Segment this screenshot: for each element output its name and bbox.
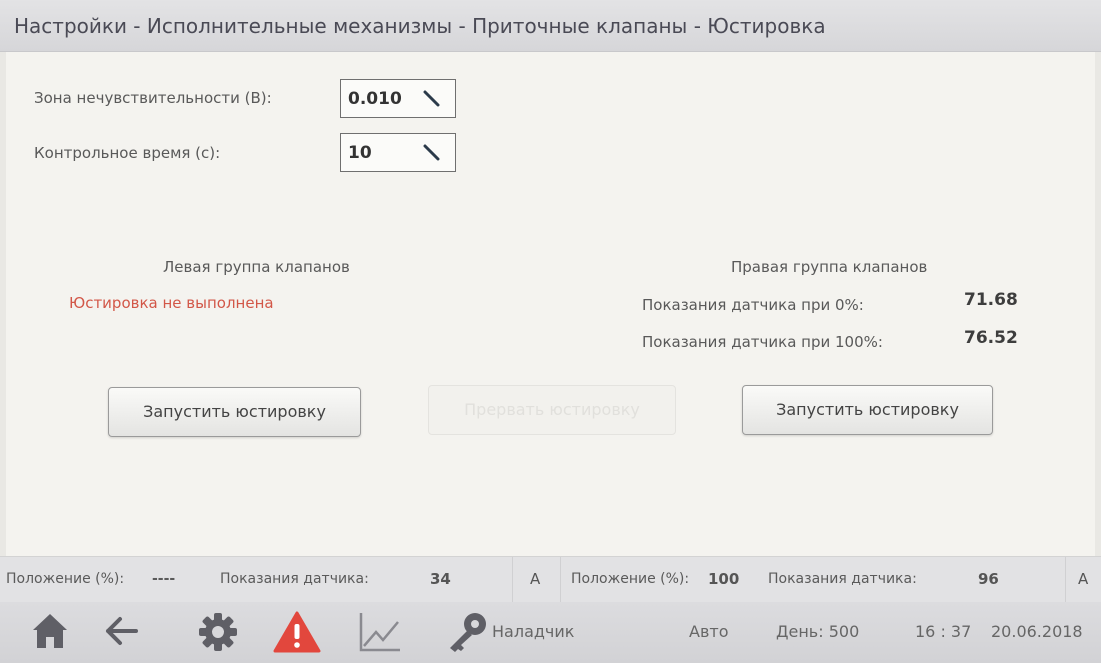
content-area: Зона нечувствительности (В): 0.010 Контр… bbox=[6, 52, 1095, 556]
gear-icon[interactable] bbox=[196, 610, 240, 654]
right-mode-value: A bbox=[1078, 570, 1089, 588]
day-counter: День: 500 bbox=[776, 622, 860, 641]
left-mode-cell: A bbox=[512, 557, 560, 603]
chart-icon[interactable] bbox=[356, 610, 402, 654]
right-reading-100-value: 76.52 bbox=[964, 328, 1018, 348]
left-position-label: Положение (%): bbox=[6, 571, 125, 587]
back-arrow-icon[interactable] bbox=[104, 610, 140, 652]
control-time-value: 10 bbox=[348, 143, 372, 163]
right-reading-0-value: 71.68 bbox=[964, 290, 1018, 310]
right-position-value: 100 bbox=[708, 570, 740, 588]
page-title: Настройки - Исполнительные механизмы - П… bbox=[0, 0, 1101, 52]
right-position-label: Положение (%): bbox=[571, 571, 690, 587]
deadzone-label: Зона нечувствительности (В): bbox=[34, 89, 272, 107]
left-sensor-value: 34 bbox=[430, 570, 451, 588]
abort-calibration-button[interactable]: Прервать юстировку bbox=[428, 385, 676, 435]
left-start-calibration-button[interactable]: Запустить юстировку bbox=[108, 387, 361, 437]
clock-time: 16 : 37 bbox=[915, 622, 972, 641]
left-group-status: Юстировка не выполнена bbox=[69, 294, 274, 312]
right-start-calibration-button[interactable]: Запустить юстировку bbox=[742, 385, 993, 435]
home-icon[interactable] bbox=[30, 610, 70, 652]
right-sensor-label: Показания датчика: bbox=[768, 571, 917, 587]
deadzone-value: 0.010 bbox=[348, 89, 402, 109]
bottom-nav-bar: Наладчик Авто День: 500 16 : 37 20.06.20… bbox=[0, 602, 1101, 663]
control-time-label: Контрольное время (с): bbox=[34, 144, 221, 162]
left-group-title: Левая группа клапанов bbox=[163, 258, 350, 276]
right-mode-cell: A bbox=[1065, 557, 1101, 603]
right-status-cell: Положение (%): 100 Показания датчика: 96 bbox=[560, 557, 1065, 603]
key-icon[interactable] bbox=[445, 610, 491, 654]
status-bar: Положение (%): ---- Показания датчика: 3… bbox=[0, 556, 1101, 603]
right-group-title: Правая группа клапанов bbox=[731, 258, 928, 276]
left-position-value: ---- bbox=[152, 571, 176, 587]
pencil-icon bbox=[423, 144, 440, 161]
control-time-field[interactable]: 10 bbox=[340, 133, 456, 172]
left-mode-value: A bbox=[530, 570, 541, 588]
deadzone-field[interactable]: 0.010 bbox=[340, 79, 456, 118]
left-sensor-label: Показания датчика: bbox=[220, 571, 369, 587]
clock-date: 20.06.2018 bbox=[991, 622, 1083, 641]
pencil-icon bbox=[423, 90, 440, 107]
right-sensor-value: 96 bbox=[978, 570, 999, 588]
warning-icon[interactable] bbox=[272, 610, 322, 654]
right-reading-100-label: Показания датчика при 100%: bbox=[642, 333, 883, 351]
user-role: Наладчик bbox=[492, 622, 575, 641]
right-reading-0-label: Показания датчика при 0%: bbox=[642, 296, 864, 314]
mode-label: Авто bbox=[689, 622, 729, 641]
